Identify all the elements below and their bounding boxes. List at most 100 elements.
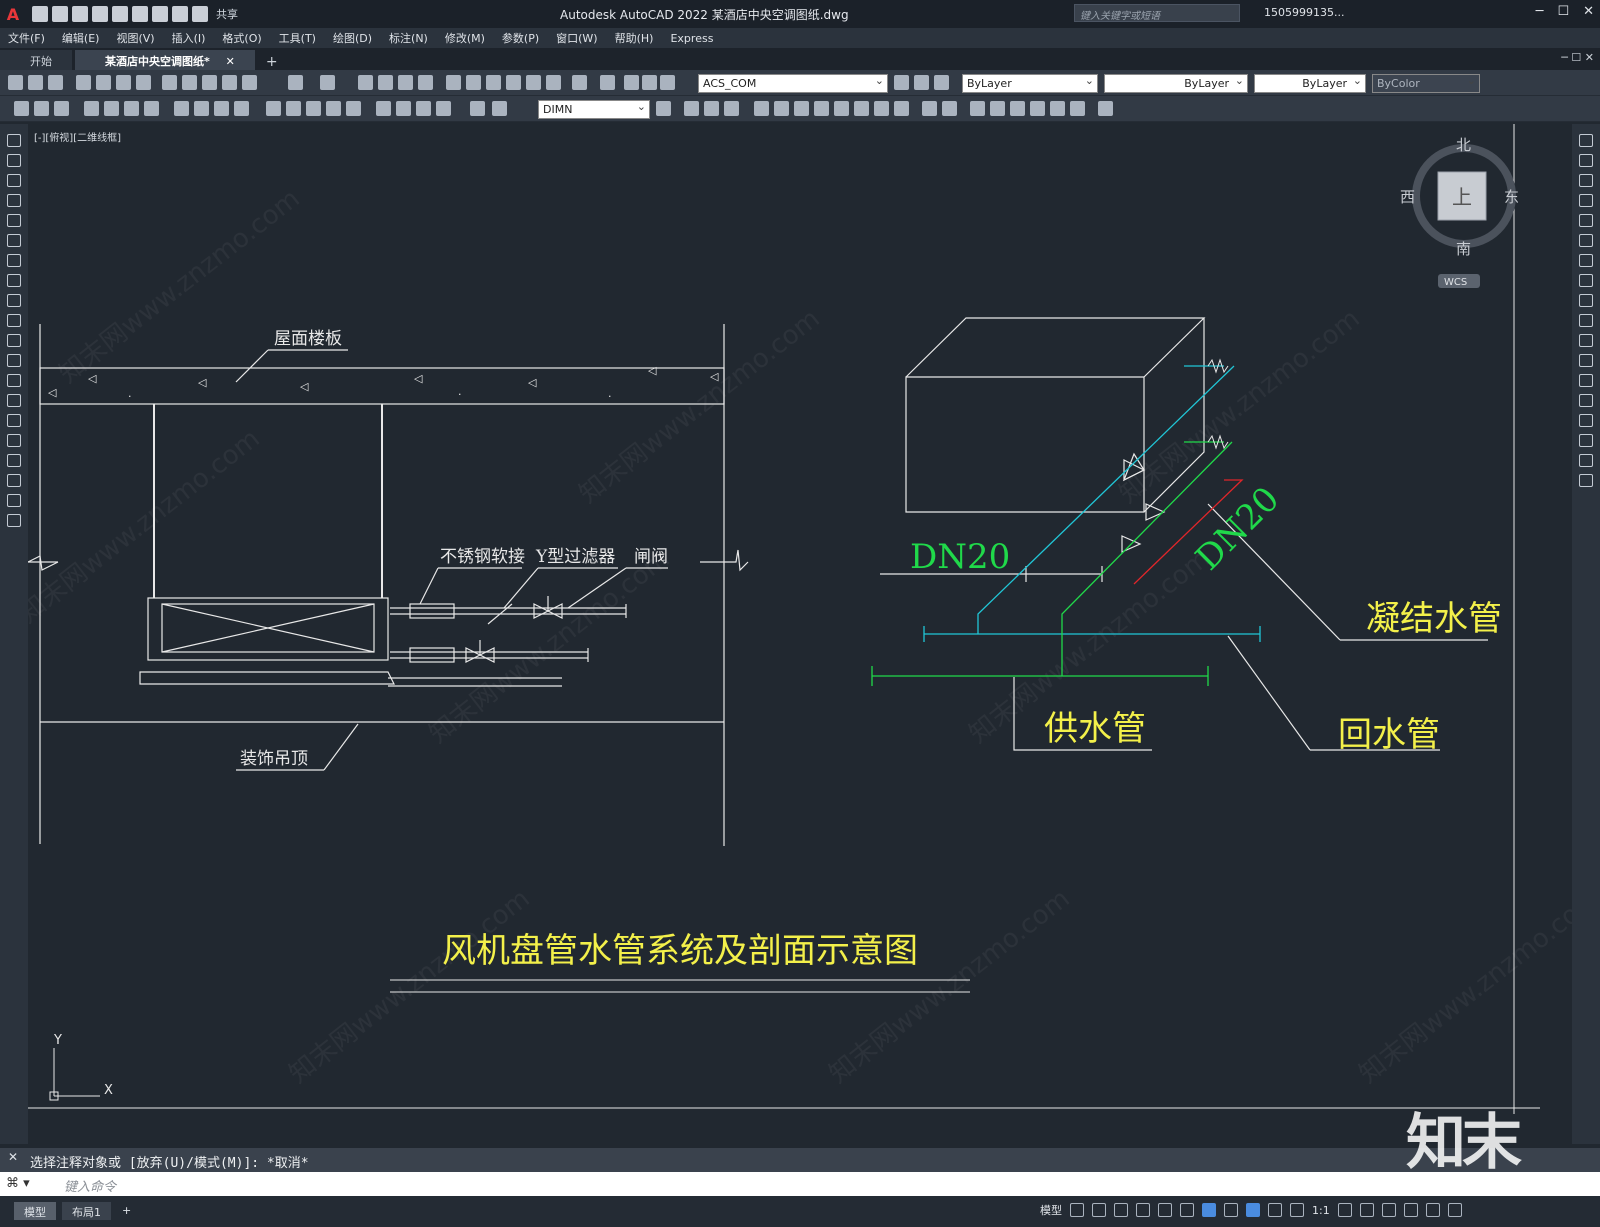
markup-icon[interactable] xyxy=(526,75,541,90)
menu-draw[interactable]: 绘图(D) xyxy=(333,30,372,46)
move-icon[interactable] xyxy=(1579,234,1593,247)
make-block-icon[interactable] xyxy=(7,374,21,387)
draw-order-icon[interactable] xyxy=(684,101,699,116)
minimize-icon[interactable]: ─ xyxy=(1536,4,1544,19)
close-icon[interactable]: ✕ xyxy=(1583,4,1594,19)
paste-icon[interactable] xyxy=(202,75,217,90)
undo-icon[interactable] xyxy=(172,6,188,22)
dim-aligned-icon[interactable] xyxy=(34,101,49,116)
save-web-icon[interactable] xyxy=(132,6,148,22)
join-icon[interactable] xyxy=(1010,101,1025,116)
zoom-previous-icon[interactable] xyxy=(418,75,433,90)
tab-drawing[interactable]: 某酒店中央空调图纸* ✕ xyxy=(75,50,255,70)
help-icon[interactable] xyxy=(572,75,587,90)
snap-icon[interactable] xyxy=(1092,1203,1106,1217)
preview-icon[interactable] xyxy=(96,75,111,90)
gradient-icon[interactable] xyxy=(7,434,21,447)
array-icon[interactable] xyxy=(834,101,849,116)
close-command-icon[interactable]: ✕ xyxy=(8,1150,18,1164)
arc-icon[interactable] xyxy=(7,234,21,247)
inspection-icon[interactable] xyxy=(346,101,361,116)
trim-icon[interactable] xyxy=(1579,314,1593,327)
dim-jogged-icon[interactable] xyxy=(124,101,139,116)
menu-express[interactable]: Express xyxy=(670,32,713,45)
viewcube[interactable]: 上 北 南 西 东 WCS xyxy=(1400,136,1519,288)
dim-update-icon[interactable] xyxy=(436,101,451,116)
break-point-icon[interactable] xyxy=(1579,354,1593,367)
dim-continue-icon[interactable] xyxy=(234,101,249,116)
dimstyle-select[interactable]: DIMN xyxy=(538,100,650,119)
annotation-scale-icon[interactable] xyxy=(1290,1203,1304,1217)
bring-front-icon[interactable] xyxy=(704,101,719,116)
clean-screen-icon[interactable] xyxy=(1425,1203,1440,1217)
zoom-window-icon[interactable] xyxy=(398,75,413,90)
menu-insert[interactable]: 插入(I) xyxy=(172,30,206,46)
new-icon[interactable] xyxy=(8,75,23,90)
save-icon[interactable] xyxy=(72,6,88,22)
table-icon[interactable] xyxy=(7,474,21,487)
model-tab[interactable]: 模型 xyxy=(14,1202,56,1220)
customization-icon[interactable] xyxy=(1447,1203,1462,1217)
layer-properties-icon[interactable] xyxy=(600,75,615,90)
hatch-icon[interactable] xyxy=(7,414,21,427)
center-mark-icon[interactable] xyxy=(326,101,341,116)
sheet-set-icon[interactable] xyxy=(506,75,521,90)
mirror-icon[interactable] xyxy=(1579,174,1593,187)
share-button[interactable]: 共享 xyxy=(216,6,238,22)
construction-line-icon[interactable] xyxy=(7,154,21,167)
explode-icon[interactable] xyxy=(1579,474,1593,487)
copy-icon[interactable] xyxy=(1579,154,1593,167)
tab-close-icon[interactable]: ✕ xyxy=(226,55,235,68)
tab-start[interactable]: 开始 xyxy=(0,50,72,70)
plot-icon[interactable] xyxy=(76,75,91,90)
menu-parametric[interactable]: 参数(P) xyxy=(502,30,539,46)
dim-radius-icon[interactable] xyxy=(104,101,119,116)
drawing-canvas[interactable]: 知末网www.znzmo.com 知末网www.znzmo.com 知末网www… xyxy=(28,124,1572,1148)
polar-icon[interactable] xyxy=(1136,1203,1150,1217)
spline-icon[interactable] xyxy=(7,294,21,307)
units-icon[interactable] xyxy=(1381,1203,1396,1217)
break-icon[interactable] xyxy=(1579,374,1593,387)
quick-properties-icon[interactable] xyxy=(1403,1203,1418,1217)
menu-format[interactable]: 格式(O) xyxy=(222,30,261,46)
menu-dimension[interactable]: 标注(N) xyxy=(389,30,428,46)
menu-modify[interactable]: 修改(M) xyxy=(445,30,485,46)
lineweight-select[interactable]: ByLayer xyxy=(1254,74,1366,93)
isodraft-icon[interactable] xyxy=(1158,1203,1172,1217)
insert-block-icon[interactable] xyxy=(7,354,21,367)
ellipse-icon[interactable] xyxy=(7,314,21,327)
plotstyle-select[interactable]: ByColor xyxy=(1372,74,1480,93)
design-center-icon[interactable] xyxy=(466,75,481,90)
auto-scale-icon[interactable] xyxy=(1268,1203,1282,1217)
make-current-icon[interactable] xyxy=(894,75,909,90)
dim-space-icon[interactable] xyxy=(266,101,281,116)
layer-select[interactable]: ACS_COM xyxy=(698,74,888,93)
explode-icon[interactable] xyxy=(1070,101,1085,116)
layer-on-icon[interactable] xyxy=(624,75,639,90)
redo-icon[interactable] xyxy=(320,75,335,90)
move-icon[interactable] xyxy=(854,101,869,116)
zoom-realtime-icon[interactable] xyxy=(378,75,393,90)
object-snap-tracking-icon[interactable] xyxy=(1180,1203,1194,1217)
properties-icon[interactable] xyxy=(446,75,461,90)
dim-style-manager-icon[interactable] xyxy=(656,101,671,116)
menu-tools[interactable]: 工具(T) xyxy=(279,30,316,46)
stretch-icon[interactable] xyxy=(1579,294,1593,307)
jogged-linear-icon[interactable] xyxy=(376,101,391,116)
maximize-icon[interactable]: ☐ xyxy=(1557,4,1569,19)
revision-cloud-icon[interactable] xyxy=(7,274,21,287)
copy-icon[interactable] xyxy=(182,75,197,90)
menu-edit[interactable]: 编辑(E) xyxy=(62,30,100,46)
pan-icon[interactable] xyxy=(358,75,373,90)
save-as-icon[interactable] xyxy=(92,6,108,22)
region-icon[interactable] xyxy=(7,454,21,467)
workspace-gear-icon[interactable] xyxy=(1337,1203,1352,1217)
blend-curves-icon[interactable] xyxy=(1579,454,1593,467)
send-back-icon[interactable] xyxy=(724,101,739,116)
extend-icon[interactable] xyxy=(970,101,985,116)
annotation-scale-value[interactable]: 1:1 xyxy=(1312,1204,1330,1217)
dim-baseline-icon[interactable] xyxy=(214,101,229,116)
new-tab-button[interactable]: + xyxy=(266,54,278,70)
polygon-icon[interactable] xyxy=(7,194,21,207)
rotate-icon[interactable] xyxy=(1579,254,1593,267)
